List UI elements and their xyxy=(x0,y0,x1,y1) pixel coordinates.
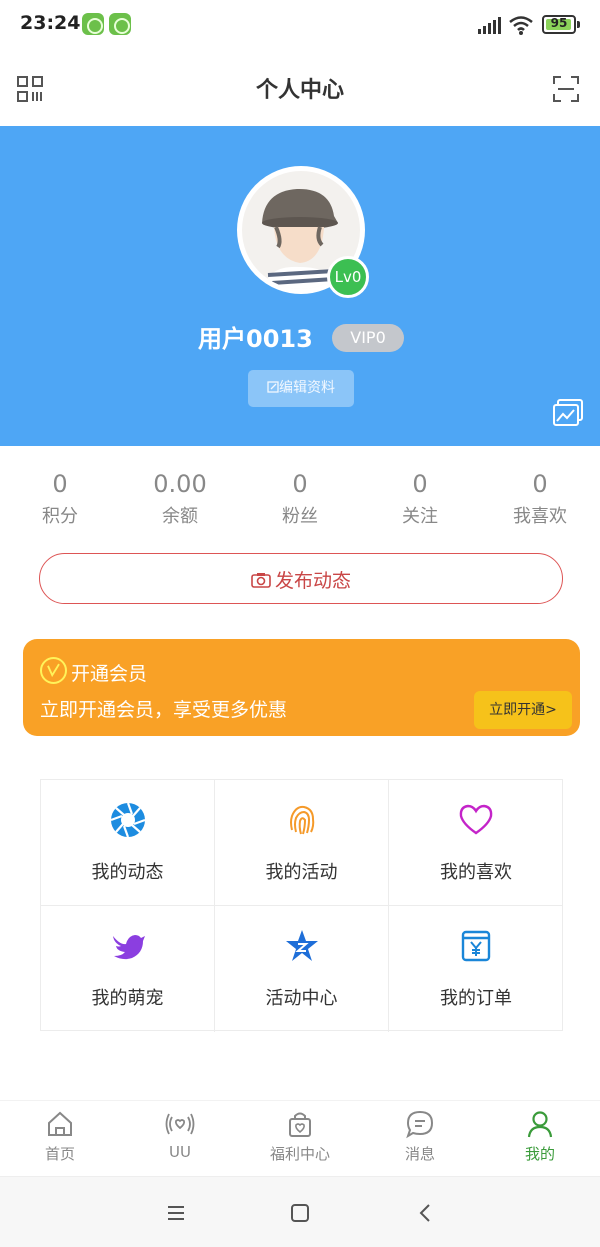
feature-label: 活动中心 xyxy=(265,988,338,1009)
tab-bar: 首页 UU 福利中心 消息 我的 xyxy=(0,1100,600,1175)
feature-my-orders[interactable]: 我的订单 xyxy=(389,906,563,1032)
username: 用户0013 xyxy=(198,325,313,353)
notification-app-icon xyxy=(109,13,131,35)
fingerprint-icon xyxy=(290,805,315,835)
tab-label: 福利中心 xyxy=(269,1145,330,1163)
feature-my-activities[interactable]: 我的活动 xyxy=(215,780,389,906)
feature-grid: 我的动态 我的活动 我的喜欢 我的萌宠 活动中心 我的订单 xyxy=(40,779,563,1032)
status-bar: 23:24 95 xyxy=(0,0,600,52)
tab-label: UU xyxy=(169,1143,191,1161)
edit-profile-button[interactable]: 编辑资料 xyxy=(248,370,354,407)
publish-label: 发布动态 xyxy=(274,570,351,592)
tab-welfare-center[interactable]: 福利中心 xyxy=(240,1109,360,1164)
menu-icon[interactable] xyxy=(164,1201,188,1225)
star-icon xyxy=(286,930,318,961)
background-image-icon[interactable] xyxy=(552,398,584,428)
stat-label: 余额 xyxy=(162,506,198,527)
stat-label: 我喜欢 xyxy=(513,506,567,527)
feature-my-pets[interactable]: 我的萌宠 xyxy=(41,906,215,1032)
stat-value: 0 xyxy=(292,470,308,498)
message-icon xyxy=(406,1110,434,1139)
tab-label: 我的 xyxy=(524,1145,555,1163)
stat-points[interactable]: 0 积分 xyxy=(0,470,120,528)
membership-subtitle: 立即开通会员，享受更多优惠 xyxy=(40,699,288,721)
profile-banner: Lv0 用户0013 VIP0 编辑资料 xyxy=(0,126,600,446)
battery-tip xyxy=(577,21,580,28)
stat-value: 0 xyxy=(52,470,68,498)
tab-label: 消息 xyxy=(404,1145,435,1163)
page-title: 个人中心 xyxy=(255,78,344,103)
battery-percent: 95 xyxy=(550,16,568,30)
feature-label: 我的活动 xyxy=(265,862,338,883)
publish-content: 发布动态 xyxy=(40,566,562,593)
tab-mine[interactable]: 我的 xyxy=(480,1109,600,1164)
feature-label: 我的萌宠 xyxy=(91,988,164,1009)
stat-fans[interactable]: 0 粉丝 xyxy=(240,470,360,528)
gift-bag-icon xyxy=(289,1112,311,1137)
stat-balance[interactable]: 0.00 余额 xyxy=(120,470,240,528)
publish-post-button[interactable]: 发布动态 xyxy=(39,553,563,604)
home-icon xyxy=(48,1111,72,1136)
aperture-icon xyxy=(110,802,146,838)
feature-activity-center[interactable]: 活动中心 xyxy=(215,906,389,1032)
status-time: 23:24 xyxy=(20,12,81,34)
membership-title: 开通会员 xyxy=(71,663,148,685)
activate-membership-button[interactable]: 立即开通> xyxy=(474,691,572,729)
stat-label: 积分 xyxy=(42,506,78,527)
feature-label: 我的订单 xyxy=(440,988,512,1009)
feature-my-posts[interactable]: 我的动态 xyxy=(41,780,215,906)
vip-logo-icon xyxy=(40,657,67,684)
system-nav-bar xyxy=(0,1176,600,1247)
level-badge: Lv0 xyxy=(327,256,369,298)
user-icon xyxy=(527,1111,553,1138)
bird-icon xyxy=(113,935,145,960)
order-icon xyxy=(461,930,491,962)
tab-label: 首页 xyxy=(44,1145,75,1163)
broadcast-heart-icon xyxy=(165,1113,195,1135)
camera-icon xyxy=(251,573,271,588)
vip-badge: VIP0 xyxy=(332,324,404,352)
feature-label: 我的喜欢 xyxy=(440,862,512,883)
edit-icon xyxy=(267,381,279,393)
tab-home[interactable]: 首页 xyxy=(0,1109,120,1164)
wifi-icon xyxy=(509,16,533,35)
membership-card[interactable]: 开通会员 立即开通会员，享受更多优惠 立即开通> xyxy=(23,639,580,736)
stat-label: 关注 xyxy=(402,506,438,527)
tab-uu[interactable]: UU xyxy=(120,1109,240,1161)
stat-value: 0 xyxy=(532,470,548,498)
feature-label: 我的动态 xyxy=(91,862,164,883)
scan-icon[interactable] xyxy=(551,74,581,104)
edit-profile-label: 编辑资料 xyxy=(279,380,335,396)
home-square-icon[interactable] xyxy=(288,1201,312,1225)
battery-icon: 95 xyxy=(542,15,576,34)
stats-row: 0 积分 0.00 余额 0 粉丝 0 关注 0 我喜欢 xyxy=(0,470,600,530)
tab-messages[interactable]: 消息 xyxy=(360,1109,480,1164)
feature-my-likes[interactable]: 我的喜欢 xyxy=(389,780,563,906)
notification-app-icon xyxy=(82,13,104,35)
stat-label: 粉丝 xyxy=(282,506,318,527)
heart-icon xyxy=(459,804,493,835)
stat-value: 0 xyxy=(412,470,428,498)
back-icon[interactable] xyxy=(414,1201,438,1225)
stat-likes[interactable]: 0 我喜欢 xyxy=(480,470,600,528)
stat-value: 0.00 xyxy=(153,470,207,498)
header: 个人中心 xyxy=(0,52,600,126)
signal-icon xyxy=(478,16,502,34)
stat-following[interactable]: 0 关注 xyxy=(360,470,480,528)
